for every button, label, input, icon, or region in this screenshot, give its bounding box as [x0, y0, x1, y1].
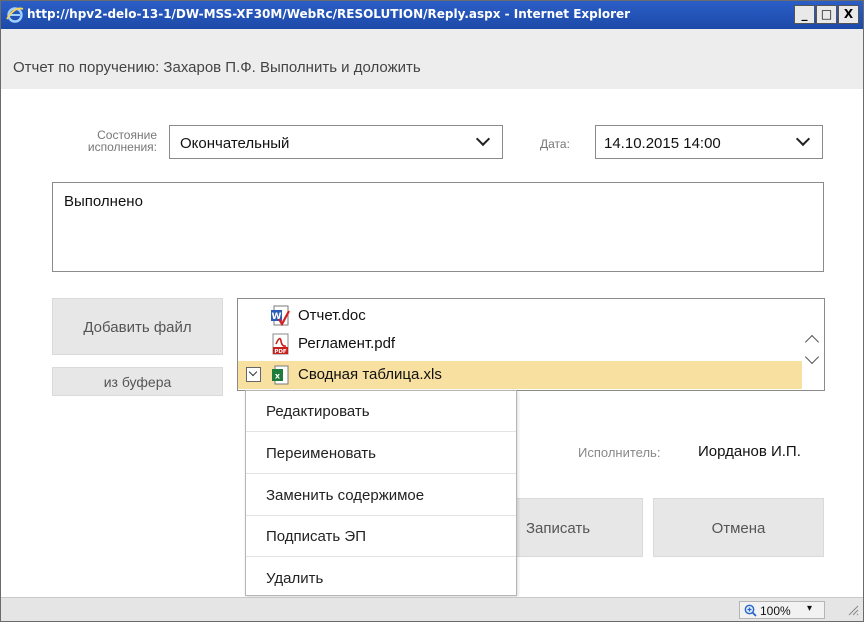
executor-name: Иорданов И.П. [698, 443, 801, 460]
zoom-icon [744, 604, 757, 617]
menu-item-label: Подписать ЭП [266, 528, 366, 545]
add-file-button[interactable]: Добавить файл [52, 298, 223, 355]
chevron-down-icon [795, 131, 811, 147]
minimize-button[interactable]: _ [794, 5, 815, 24]
file-context-menu: Редактировать Переименовать Заменить сод… [245, 390, 517, 596]
state-label: Состояние исполнения: [87, 128, 157, 154]
menu-item-delete[interactable]: Удалить [246, 558, 516, 595]
cancel-button[interactable]: Отмена [653, 498, 824, 557]
file-menu-toggle[interactable] [246, 367, 261, 382]
date-label: Дата: [540, 137, 570, 151]
file-list-scrollbar[interactable] [802, 299, 824, 390]
file-name: Сводная таблица.xls [298, 366, 442, 383]
menu-item-sign[interactable]: Подписать ЭП [246, 516, 516, 557]
scroll-down-icon[interactable] [804, 349, 820, 365]
executor-label: Исполнитель: [578, 445, 661, 460]
zoom-control[interactable]: 100% ▾ [739, 601, 825, 619]
file-name: Отчет.doc [298, 307, 366, 324]
pdf-icon: PDF [272, 333, 289, 355]
zoom-level: 100% [760, 604, 791, 618]
file-item-report[interactable]: W Отчет.doc [238, 302, 804, 330]
svg-text:PDF: PDF [274, 349, 287, 355]
menu-item-label: Переименовать [266, 445, 376, 462]
menu-item-label: Удалить [266, 570, 324, 587]
word-doc-icon: W [271, 305, 290, 327]
chevron-down-icon [475, 131, 491, 147]
zoom-dropdown-icon[interactable]: ▾ [807, 603, 812, 614]
file-item-summary-table[interactable]: x Сводная таблица.xls [238, 361, 804, 389]
chevron-down-icon [248, 367, 258, 377]
date-select-value: 14.10.2015 14:00 [604, 135, 721, 152]
svg-text:x: x [275, 372, 281, 381]
close-button[interactable]: X [838, 5, 859, 24]
from-clipboard-button[interactable]: из буфера [52, 367, 223, 396]
ie-window: http://hpv2-delo-13-1/DW-MSS-XF30M/WebRc… [0, 0, 864, 622]
maximize-button[interactable]: □ [816, 5, 837, 24]
state-select-value: Окончательный [180, 135, 290, 152]
status-bar: 100% ▾ [1, 597, 863, 621]
dialog-title: Отчет по поручению: Захаров П.Ф. Выполни… [13, 59, 421, 76]
window-controls: _ □ X [794, 5, 859, 24]
file-item-reglament[interactable]: PDF Регламент.pdf [238, 330, 804, 358]
excel-icon: x [272, 365, 289, 385]
scroll-up-icon[interactable] [804, 334, 820, 350]
menu-item-rename[interactable]: Переименовать [246, 433, 516, 474]
menu-item-replace-content[interactable]: Заменить содержимое [246, 475, 516, 516]
resize-grip-icon[interactable] [847, 604, 859, 616]
menu-item-label: Редактировать [266, 403, 370, 420]
dialog-header: Отчет по поручению: Захаров П.Ф. Выполни… [1, 29, 863, 89]
menu-item-edit[interactable]: Редактировать [246, 391, 516, 432]
window-title: http://hpv2-delo-13-1/DW-MSS-XF30M/WebRc… [27, 7, 631, 21]
file-list[interactable]: W Отчет.doc PDF Регламент.pdf x Сводная … [237, 298, 825, 391]
comment-textarea[interactable]: Выполнено [52, 182, 824, 272]
title-bar[interactable]: http://hpv2-delo-13-1/DW-MSS-XF30M/WebRc… [1, 1, 863, 29]
internet-explorer-icon [6, 7, 24, 23]
state-select[interactable]: Окончательный [169, 125, 503, 159]
comment-text: Выполнено [64, 193, 143, 210]
file-name: Регламент.pdf [298, 335, 396, 352]
date-select[interactable]: 14.10.2015 14:00 [595, 125, 823, 159]
menu-item-label: Заменить содержимое [266, 487, 425, 504]
